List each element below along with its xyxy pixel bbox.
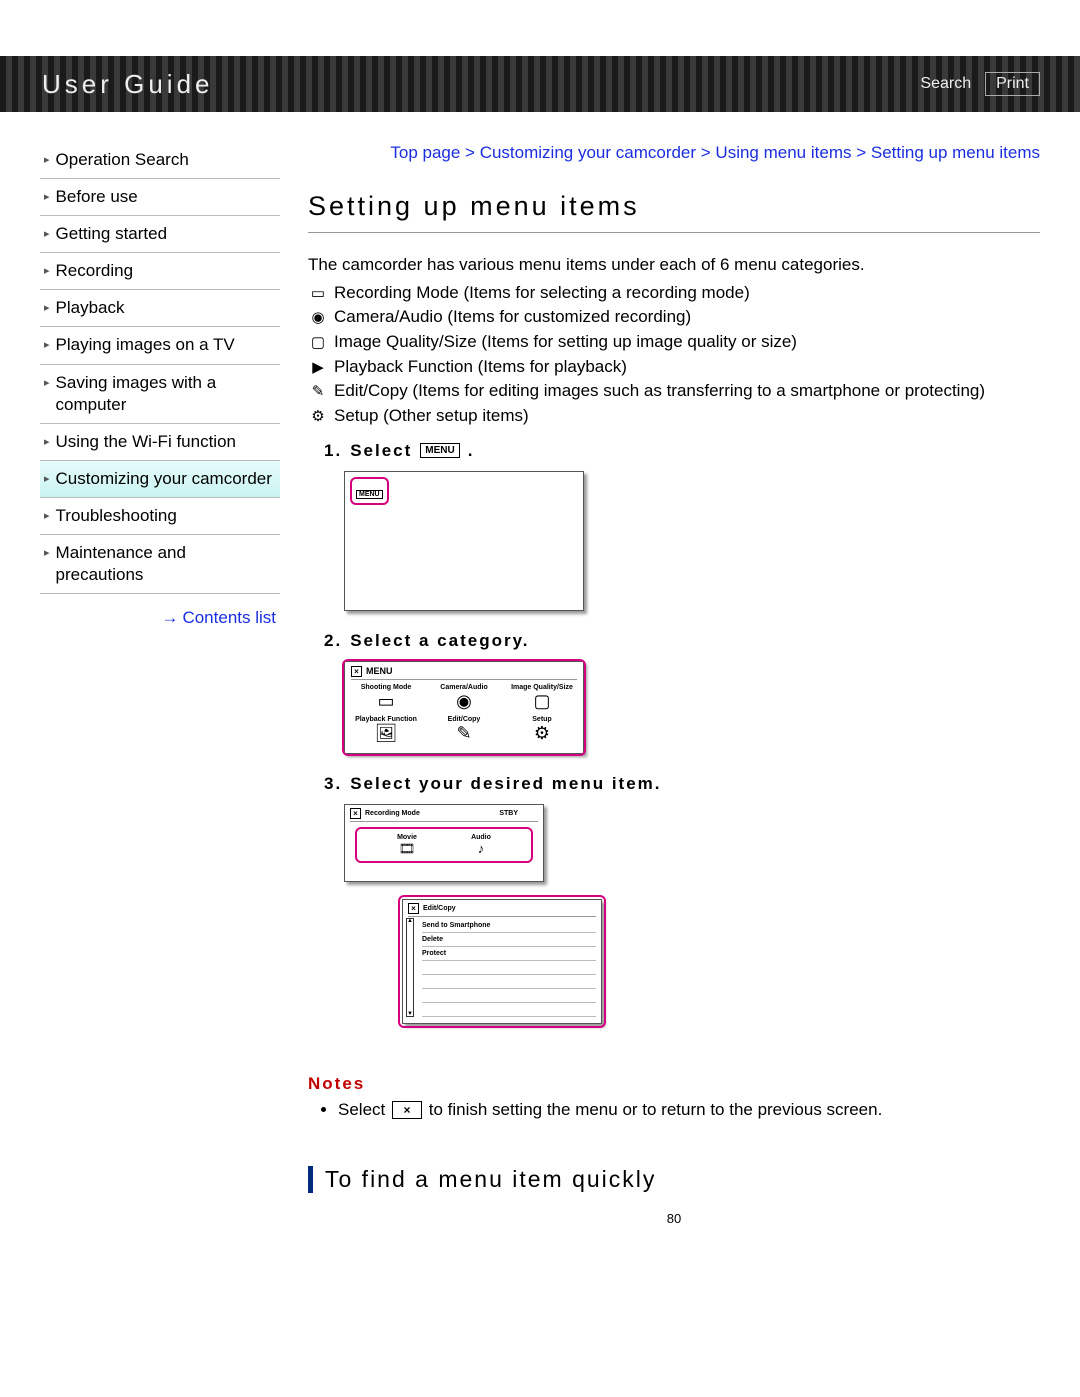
category-item: ▢Image Quality/Size (Items for setting u… xyxy=(308,330,1040,355)
menu-category-cell: Camera/Audio◉ xyxy=(429,684,499,713)
category-item: ◉Camera/Audio (Items for customized reco… xyxy=(308,305,1040,330)
chevron-right-icon: ▸ xyxy=(44,297,50,315)
category-icon: ▭ xyxy=(308,281,328,305)
category-item: ✎Edit/Copy (Items for editing images suc… xyxy=(308,379,1040,404)
breadcrumb[interactable]: Top page > Customizing your camcorder > … xyxy=(308,142,1040,165)
sidebar-item[interactable]: ▸ Maintenance and precautions xyxy=(40,535,280,594)
chevron-right-icon: ▸ xyxy=(44,431,50,449)
category-item: ⚙Setup (Other setup items) xyxy=(308,404,1040,429)
menu-category-cell: Edit/Copy✎ xyxy=(429,716,499,745)
menu-highlight: MENU xyxy=(350,477,389,505)
sidebar-item[interactable]: ▸ Playing images on a TV xyxy=(40,327,280,364)
category-item: ▶Playback Function (Items for playback) xyxy=(308,355,1040,380)
sidebar-item[interactable]: ▸ Playback xyxy=(40,290,280,327)
page-number: 80 xyxy=(308,1211,1040,1236)
menu-button-label: MENU xyxy=(420,443,459,458)
chevron-right-icon: ▸ xyxy=(44,149,50,167)
sidebar-item-label: Operation Search xyxy=(56,149,189,171)
intro-text: The camcorder has various menu items und… xyxy=(308,253,1040,277)
close-icon: × xyxy=(350,808,361,819)
search-link[interactable]: Search xyxy=(920,75,971,93)
sidebar-item-label: Troubleshooting xyxy=(56,505,177,527)
sidebar-item[interactable]: ▸ Getting started xyxy=(40,216,280,253)
category-text: Playback Function (Items for playback) xyxy=(334,355,1040,380)
chevron-right-icon: ▸ xyxy=(44,186,50,204)
sidebar-item[interactable]: ▸ Recording xyxy=(40,253,280,290)
nav-list: ▸ Operation Search ▸ Before use ▸ Getting sta… xyxy=(40,142,280,594)
chevron-right-icon: ▸ xyxy=(44,505,50,523)
figure-3: ×Recording ModeSTBY Movie🎞 Audio♪ ×Edit/… xyxy=(344,804,1040,1054)
chevron-right-icon: ▸ xyxy=(44,468,50,486)
sidebar-item-label: Using the Wi-Fi function xyxy=(56,431,236,453)
chevron-right-icon: ▸ xyxy=(44,372,50,390)
print-button[interactable]: Print xyxy=(985,72,1040,96)
sidebar-item-label: Playing images on a TV xyxy=(56,334,235,356)
notes-heading: Notes xyxy=(308,1074,1040,1094)
category-text: Recording Mode (Items for selecting a re… xyxy=(334,281,1040,306)
category-text: Image Quality/Size (Items for setting up… xyxy=(334,330,1040,355)
sidebar-item-label: Recording xyxy=(56,260,134,282)
category-text: Camera/Audio (Items for customized recor… xyxy=(334,305,1040,330)
category-list: ▭Recording Mode (Items for selecting a r… xyxy=(308,281,1040,429)
app-title: User Guide xyxy=(42,69,214,100)
category-icon: ⚙ xyxy=(308,404,328,428)
page-title: Setting up menu items xyxy=(308,191,1040,233)
sidebar: ▸ Operation Search ▸ Before use ▸ Getting sta… xyxy=(40,142,280,1236)
sidebar-item[interactable]: ▸ Saving images with a computer xyxy=(40,365,280,424)
close-icon: × xyxy=(351,666,362,677)
step-2: 2. Select a category. xyxy=(324,631,1040,651)
sidebar-item-label: Before use xyxy=(56,186,138,208)
main-content: Top page > Customizing your camcorder > … xyxy=(308,142,1040,1236)
chevron-right-icon: ▸ xyxy=(44,223,50,241)
category-icon: ▢ xyxy=(308,330,328,354)
menu-category-cell: Setup⚙ xyxy=(507,716,577,745)
sidebar-item-label: Getting started xyxy=(56,223,168,245)
figure-1: MENU xyxy=(344,471,1040,611)
note-item: Select × to finish setting the menu or t… xyxy=(338,1098,1040,1122)
step-1: 1. Select MENU. xyxy=(324,441,1040,461)
category-icon: ▶ xyxy=(308,355,328,379)
category-item: ▭Recording Mode (Items for selecting a r… xyxy=(308,281,1040,306)
chevron-right-icon: ▸ xyxy=(44,542,50,560)
sidebar-item-label: Customizing your camcorder xyxy=(56,468,272,490)
category-text: Edit/Copy (Items for editing images such… xyxy=(334,379,1040,404)
sidebar-item-label: Saving images with a computer xyxy=(56,372,276,416)
sidebar-item[interactable]: ▸ Operation Search xyxy=(40,142,280,179)
sidebar-item[interactable]: ▸ Before use xyxy=(40,179,280,216)
chevron-right-icon: ▸ xyxy=(44,260,50,278)
section-heading: To find a menu item quickly xyxy=(308,1166,1040,1193)
step-3: 3. Select your desired menu item. xyxy=(324,774,1040,794)
close-button-icon: × xyxy=(392,1101,422,1119)
figure-2: ×MENU Shooting Mode▭Camera/Audio◉Image Q… xyxy=(344,661,1040,754)
scrollbar xyxy=(406,918,414,1017)
sidebar-item[interactable]: ▸ Customizing your camcorder xyxy=(40,461,280,498)
contents-list-link[interactable]: →Contents list xyxy=(40,594,280,628)
category-text: Setup (Other setup items) xyxy=(334,404,1040,429)
header-actions: Search Print xyxy=(920,72,1040,96)
sidebar-item[interactable]: ▸ Troubleshooting xyxy=(40,498,280,535)
menu-category-cell: Playback Function🖼 xyxy=(351,716,421,745)
menu-category-cell: Image Quality/Size▢ xyxy=(507,684,577,713)
header-bar: User Guide Search Print xyxy=(0,56,1080,112)
category-icon: ◉ xyxy=(308,305,328,329)
menu-category-cell: Shooting Mode▭ xyxy=(351,684,421,713)
sidebar-item-label: Playback xyxy=(56,297,125,319)
sidebar-item-label: Maintenance and precautions xyxy=(56,542,276,586)
sidebar-item[interactable]: ▸ Using the Wi-Fi function xyxy=(40,424,280,461)
notes-list: Select × to finish setting the menu or t… xyxy=(308,1098,1040,1122)
category-icon: ✎ xyxy=(308,379,328,403)
chevron-right-icon: ▸ xyxy=(44,334,50,352)
